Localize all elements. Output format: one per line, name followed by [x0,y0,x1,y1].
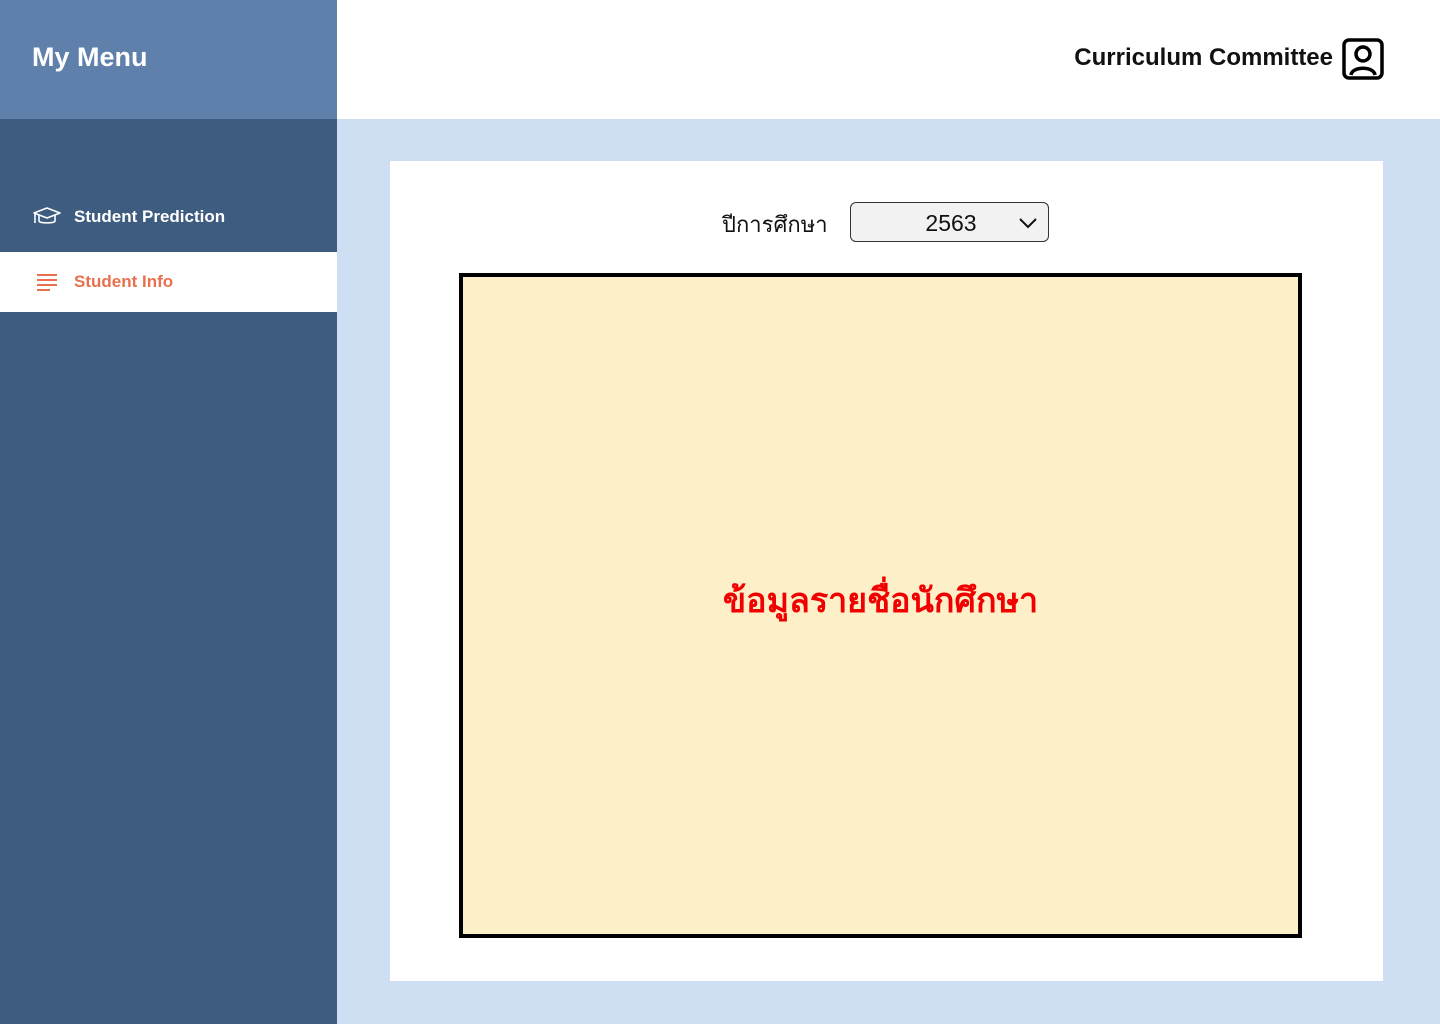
top-bar: Curriculum Committee [337,0,1440,119]
list-icon [32,270,62,294]
user-name: Curriculum Committee [1074,44,1333,71]
sidebar-item-label: Student Prediction [74,207,226,226]
academic-year-label: ปีการศึกษา [722,213,828,238]
chevron-down-icon [1018,213,1038,233]
sidebar-item-label: Student Info [74,272,174,291]
sidebar-header: My Menu [0,0,337,119]
graduation-cap-icon [32,205,62,229]
user-profile-icon[interactable] [1342,38,1384,80]
sidebar-item-student-prediction[interactable]: Student Prediction [0,187,337,247]
student-list-placeholder: ข้อมูลรายชื่อนักศึกษา [722,581,1039,621]
student-list-panel: ข้อมูลรายชื่อนักศึกษา [459,273,1302,938]
academic-year-select[interactable]: 2563 [850,202,1049,242]
sidebar: My Menu Student Prediction Student Info [0,0,337,1024]
sidebar-item-student-info[interactable]: Student Info [0,252,337,312]
sidebar-title: My Menu [32,42,148,72]
